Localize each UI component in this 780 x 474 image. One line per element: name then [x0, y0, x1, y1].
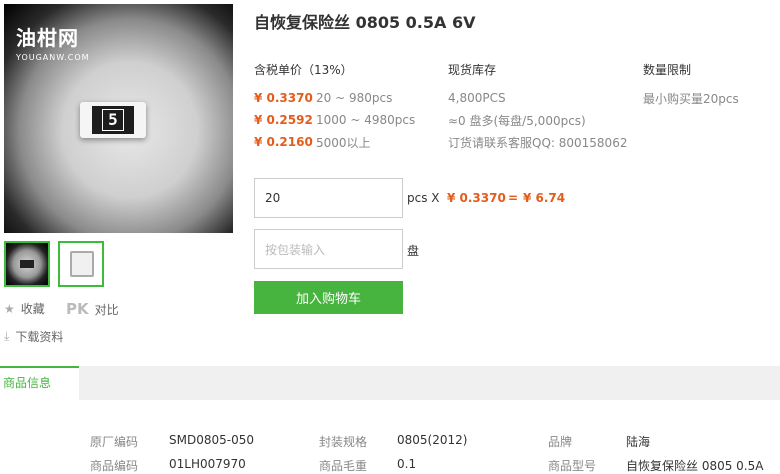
- spec-label: 商品型号: [548, 459, 597, 473]
- spec-label: 商品编码: [90, 459, 139, 473]
- logo-en: YOUGANW.COM: [16, 53, 90, 62]
- add-to-cart-button[interactable]: 加入购物车: [254, 281, 403, 314]
- tier-qty: 1000 ~ 4980pcs: [316, 113, 416, 127]
- compare-button[interactable]: PK 对比: [66, 300, 119, 318]
- spec-value: 陆海: [626, 435, 651, 449]
- stock-line: 订货请联系客服QQ: 800158062: [448, 135, 628, 150]
- tier-price: ¥ 0.2160: [254, 135, 313, 149]
- download-label: 下载资料: [15, 330, 64, 344]
- product-main-image: 油柑网 YOUGANW.COM 5: [4, 4, 233, 233]
- price-tier: ¥ 0.2160 5000以上: [254, 131, 415, 153]
- spec-label: 原厂编码: [90, 435, 139, 449]
- thumbnail-1[interactable]: [4, 241, 50, 287]
- tier-price: ¥ 0.2592: [254, 113, 313, 127]
- pricing-header: 含税单价（13%）: [254, 63, 353, 77]
- equals-sign: =: [508, 191, 519, 205]
- limit-header: 数量限制: [643, 63, 692, 77]
- calc-total: ¥ 6.74: [523, 191, 566, 205]
- spec-label: 封装规格: [319, 435, 368, 449]
- stock-line: ≈0 盘多(每盘/5,000pcs): [448, 113, 586, 128]
- stock-column: 现货库存 4,800PCS ≈0 盘多(每盘/5,000pcs) 订货请联系客服…: [448, 61, 627, 153]
- pack-quantity-input[interactable]: 按包装输入: [254, 229, 403, 269]
- favorite-button[interactable]: ★ 收藏: [4, 300, 45, 317]
- pk-icon: PK: [66, 300, 89, 318]
- price-tier: ¥ 0.2592 1000 ~ 4980pcs: [254, 109, 415, 131]
- spec-label: 商品毛重: [319, 459, 368, 473]
- spec-value: 01LH007970: [169, 457, 246, 471]
- spec-label: 品牌: [548, 435, 573, 449]
- spec-value: 自恢复保险丝 0805 0.5A 6V: [626, 459, 764, 473]
- stock-header: 现货库存: [448, 63, 497, 77]
- site-watermark-logo: 油柑网 YOUGANW.COM: [16, 22, 90, 62]
- chip-marking: 5: [102, 109, 124, 131]
- quantity-input[interactable]: 20: [254, 178, 403, 218]
- favorite-label: 收藏: [20, 302, 45, 316]
- logo-cn: 油柑网: [16, 26, 79, 50]
- spec-value: 0.1: [397, 457, 417, 471]
- pack-unit: 盘: [407, 244, 420, 258]
- stock-line: 4,800PCS: [448, 91, 506, 105]
- product-title: 自恢复保险丝 0805 0.5A 6V: [254, 13, 476, 32]
- fuse-chip: 5: [80, 102, 146, 138]
- thumbnail-2[interactable]: [58, 241, 104, 287]
- tab-bar: 商品信息: [0, 366, 780, 400]
- pricing-column: 含税单价（13%） ¥ 0.3370 20 ~ 980pcs ¥ 0.2592 …: [254, 61, 415, 153]
- download-button[interactable]: ⤓ 下载资料: [4, 328, 63, 345]
- compare-label: 对比: [94, 302, 119, 317]
- tier-qty: 5000以上: [316, 135, 371, 150]
- tier-qty: 20 ~ 980pcs: [316, 91, 393, 105]
- spec-value: 0805(2012): [397, 433, 468, 447]
- limit-column: 数量限制 最小购买量20pcs: [643, 61, 739, 109]
- calc-unit-price: ¥ 0.3370: [447, 191, 506, 205]
- qty-unit: pcs X: [407, 191, 440, 205]
- tab-product-info[interactable]: 商品信息: [0, 366, 79, 400]
- star-icon: ★: [4, 301, 15, 316]
- price-tier: ¥ 0.3370 20 ~ 980pcs: [254, 87, 415, 109]
- spec-value: SMD0805-050: [169, 433, 254, 447]
- tier-price: ¥ 0.3370: [254, 91, 313, 105]
- limit-text: 最小购买量20pcs: [643, 91, 739, 106]
- download-icon: ⤓: [4, 329, 10, 343]
